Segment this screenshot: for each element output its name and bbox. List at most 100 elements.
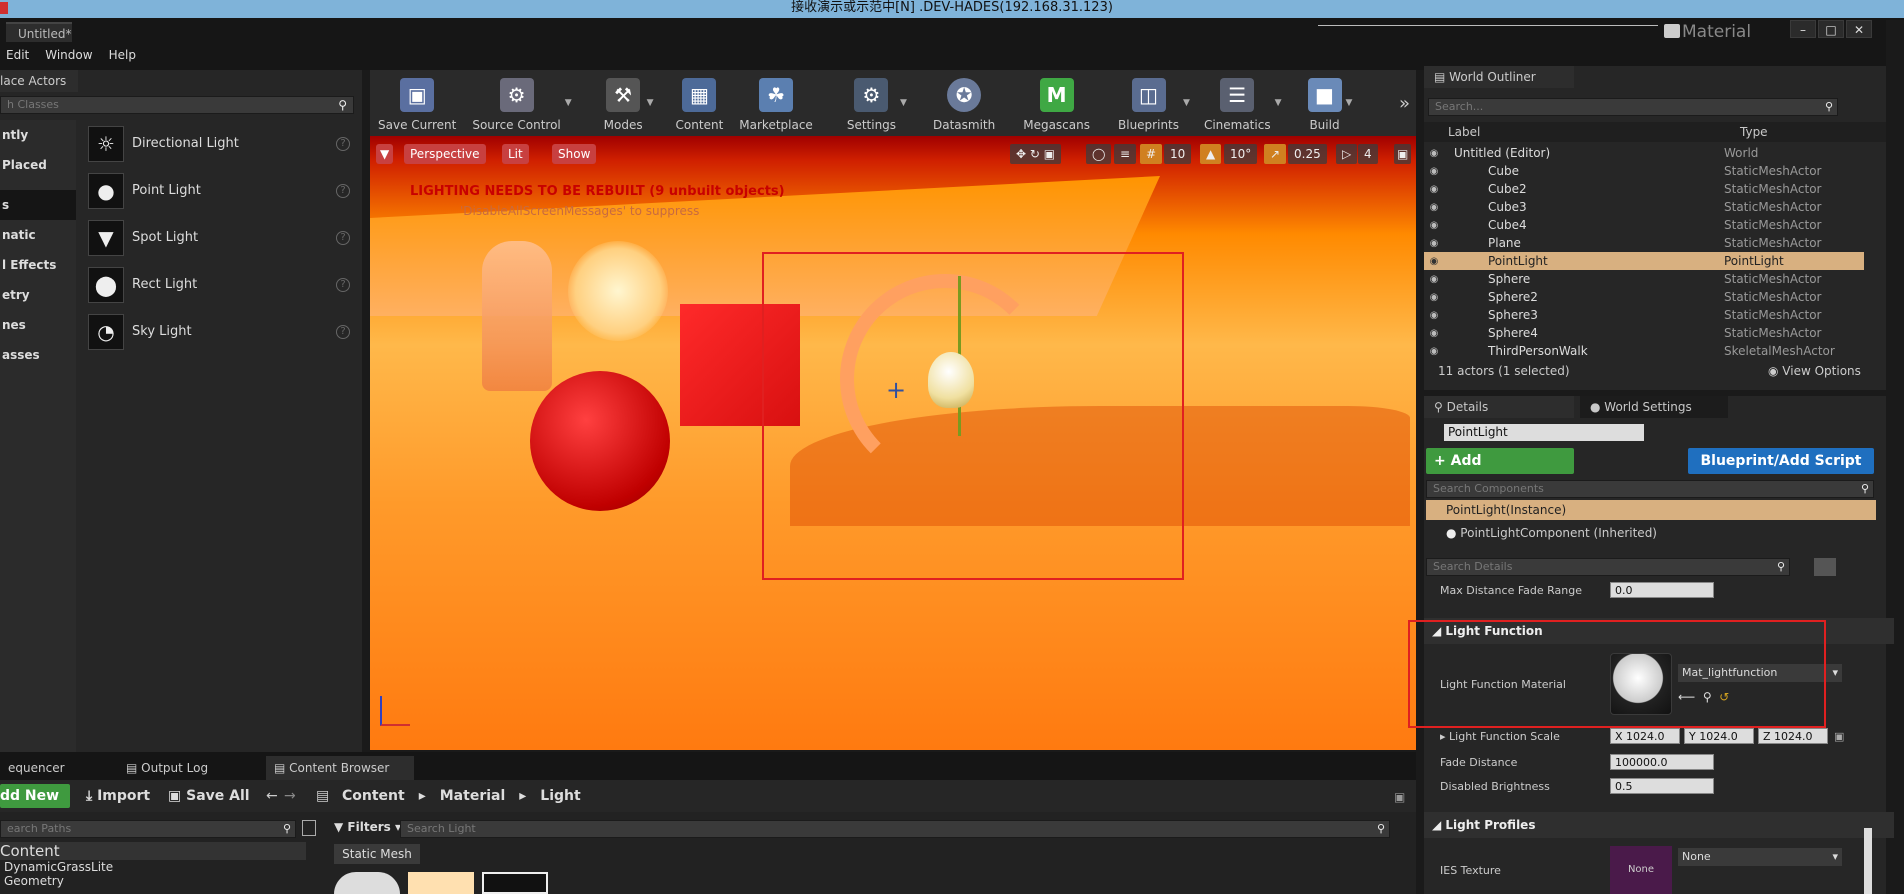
maximize-viewport-icon[interactable]: ▣ [1394,144,1412,164]
asset-tile[interactable] [408,872,474,894]
content-button[interactable]: ▦ Content [668,70,732,136]
settings-button[interactable]: ⚙ Settings [839,70,904,136]
outliner-row[interactable]: ◉ Untitled (Editor) World [1424,144,1864,162]
property-matrix-icon[interactable] [1814,558,1836,576]
outliner-row[interactable]: ◉ Sphere4 StaticMeshActor [1424,324,1864,342]
light-profiles-section[interactable]: ◢ Light Profiles [1424,812,1894,838]
search-details-input[interactable]: Search Details ⚲ [1426,558,1790,576]
eye-icon[interactable]: ◉ [1424,166,1444,177]
eye-icon[interactable]: ◉ [1424,310,1444,321]
filters-button[interactable]: ▼ Filters ▾ [334,820,401,834]
world-settings-tab[interactable]: ● World Settings [1580,396,1728,418]
lit-button[interactable]: Lit [502,144,529,164]
lock-icon[interactable]: ▣ [1834,730,1844,743]
asset-tile[interactable] [334,872,400,894]
scale-x-field[interactable]: X 1024.0 [1610,728,1680,744]
col-label[interactable]: Label [1448,122,1480,142]
scale-snap-value[interactable]: 0.25 [1288,144,1327,164]
outliner-row[interactable]: ◉ Cube StaticMeshActor [1424,162,1864,180]
category-volumes[interactable]: nes [0,310,76,340]
category-recently-placed[interactable]: ntly Placed [0,120,76,172]
tree-dynamicgrasslite[interactable]: DynamicGrassLite [0,860,306,874]
add-new-button[interactable]: dd New ▾ [0,784,70,828]
menu-help[interactable]: Help [109,48,136,66]
outliner-row[interactable]: ◉ Sphere3 StaticMeshActor [1424,306,1864,324]
chevron-down-icon[interactable]: ▼ [647,98,654,108]
minimize-button[interactable]: – [1790,20,1816,38]
level-tab[interactable]: Untitled* [6,22,72,42]
level-viewport[interactable]: + ▼ Perspective Lit Show LIGHTING NEEDS … [370,136,1416,750]
outliner-row-selected[interactable]: ◉ PointLight PointLight [1424,252,1864,270]
lock-icon[interactable]: ▣ [1394,790,1405,804]
tree-content[interactable]: Content [0,842,306,860]
category-visual-effects[interactable]: l Effects [0,250,76,280]
blueprints-button[interactable]: ◫ Blueprints [1110,70,1187,136]
outliner-row[interactable]: ◉ Cube4 StaticMeshActor [1424,216,1864,234]
actor-item-directional-light[interactable]: ☼ Directional Light ? [76,120,362,167]
more-chevron-icon[interactable]: » [1399,93,1410,114]
grid-snap-value[interactable]: 10 [1164,144,1192,164]
ies-dropdown[interactable]: None ▾ [1678,848,1842,866]
chevron-down-icon[interactable]: ▼ [900,98,907,108]
transform-tools[interactable]: ✥ ↻ ▣ [1010,144,1062,164]
help-icon[interactable]: ? [336,136,350,151]
show-button[interactable]: Show [552,144,597,164]
menu-window[interactable]: Window [45,48,92,66]
search-paths-input[interactable]: earch Paths ⚲ [0,820,296,838]
details-tab[interactable]: ⚲ Details [1424,396,1574,418]
eye-icon[interactable]: ◉ [1424,220,1444,231]
tree-geometry[interactable]: Geometry [0,874,306,888]
outliner-row[interactable]: ◉ Cube3 StaticMeshActor [1424,198,1864,216]
outliner-search[interactable]: Search... ⚲ [1428,98,1838,116]
menu-edit[interactable]: Edit [6,48,29,66]
forward-arrow-icon[interactable]: → [284,788,296,804]
import-button[interactable]: ⤓ Import [86,788,150,804]
place-actors-search[interactable]: h Classes ⚲ [0,96,354,114]
help-icon[interactable]: ? [336,277,350,292]
viewport-options-button[interactable]: ▼ [376,144,394,164]
fade-distance-field[interactable]: 100000.0 [1610,754,1714,770]
static-mesh-filter[interactable]: Static Mesh [334,844,420,864]
chevron-down-icon[interactable]: ▼ [565,98,572,108]
details-scrollbar[interactable] [1864,828,1872,894]
category-geometry[interactable]: etry [0,280,76,310]
build-button[interactable]: ■ Build [1300,70,1350,136]
world-outliner-tab[interactable]: ▤ World Outliner [1424,66,1574,88]
place-actors-tab[interactable]: lace Actors [0,70,78,92]
eye-icon[interactable]: ◉ [1424,148,1444,159]
camera-speed-icon[interactable]: ▷ [1336,144,1358,164]
help-icon[interactable]: ? [336,230,350,245]
actor-item-point-light[interactable]: ● Point Light ? [76,167,362,214]
grid-snap-icon[interactable]: # [1140,144,1163,164]
blueprint-add-script-button[interactable]: Blueprint/Add Script [1688,448,1874,474]
maximize-button[interactable]: □ [1818,20,1844,38]
disabled-brightness-field[interactable]: 0.5 [1610,778,1714,794]
chevron-down-icon[interactable]: ▼ [1346,98,1353,108]
megascans-button[interactable]: M Megascans [1015,70,1098,136]
datasmith-button[interactable]: ✪ Datasmith [925,70,1003,136]
tab-content-browser[interactable]: ▤ Content Browser [266,756,414,780]
breadcrumb-content[interactable]: Content [342,788,405,804]
category-cinematic[interactable]: natic [0,220,76,250]
component-instance-row[interactable]: PointLight(Instance) [1426,500,1876,520]
search-light-input[interactable]: Search Light ⚲ [400,820,1390,838]
add-component-button[interactable]: + Add Component ▾ [1426,448,1574,495]
eye-icon[interactable]: ◉ [1424,328,1444,339]
scale-y-field[interactable]: Y 1024.0 [1684,728,1754,744]
actor-item-rect-light[interactable]: ⬤ Rect Light ? [76,261,362,308]
outliner-row[interactable]: ◉ Cube2 StaticMeshActor [1424,180,1864,198]
eye-icon[interactable]: ◉ [1424,292,1444,303]
eye-icon[interactable]: ◉ [1424,184,1444,195]
breadcrumb-light[interactable]: Light [540,788,580,804]
component-row[interactable]: ● PointLightComponent (Inherited) [1446,526,1657,540]
actor-item-sky-light[interactable]: ◔ Sky Light ? [76,308,362,355]
col-type[interactable]: Type [1740,122,1768,142]
search-components-input[interactable]: Search Components ⚲ [1426,480,1874,498]
ies-thumbnail[interactable]: None [1610,846,1672,894]
category-all-classes[interactable]: asses [0,340,76,370]
category-lights[interactable]: s [0,190,76,220]
camera-speed-value[interactable]: 4 [1358,144,1378,164]
source-control-status-icon[interactable] [1664,24,1680,38]
source-control-button[interactable]: ⚙ Source Control [464,70,568,136]
eye-icon[interactable]: ◉ [1424,274,1444,285]
